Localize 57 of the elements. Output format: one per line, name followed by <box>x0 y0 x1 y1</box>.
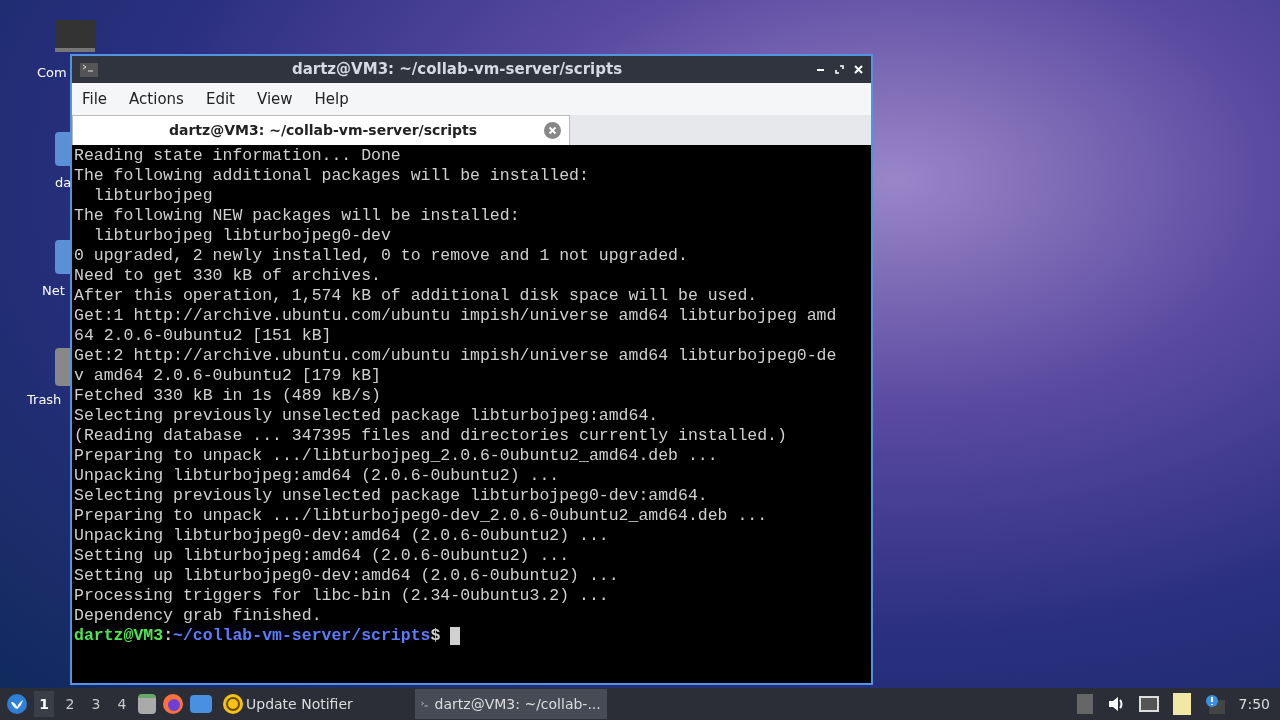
prompt-user-host: dartz@VM3 <box>74 626 164 646</box>
workspace-button[interactable]: 1 <box>34 691 54 717</box>
close-tab-icon[interactable] <box>544 122 561 139</box>
terminal-line: Selecting previously unselected package libturbojpeg:amd64. <box>74 406 659 426</box>
terminal-line: 64 2.0.6-0ubuntu2 [151 kB] <box>74 326 332 346</box>
menu-item[interactable]: View <box>256 87 293 111</box>
terminal-line: v amd64 2.0.6-0ubuntu2 [179 kB] <box>74 366 381 386</box>
computer-icon <box>55 20 95 52</box>
workspace-button[interactable]: 4 <box>112 691 132 717</box>
prompt-symbol: $ <box>430 626 441 646</box>
speaker-icon[interactable] <box>1106 695 1125 713</box>
menu-item[interactable]: Help <box>314 87 349 111</box>
desktop-icon-label[interactable]: da <box>55 176 72 189</box>
terminal-line: Get:1 http://archive.ubuntu.com/ubuntu impish/universe amd64 libturbojpeg amd <box>74 306 837 326</box>
terminal-line: After this operation, 1,574 kB of additional disk space will be used. <box>74 286 758 306</box>
desktop-icon-label[interactable]: Net <box>42 284 65 297</box>
terminal-tab[interactable]: dartz@VM3: ~/collab-vm-server/scripts <box>72 115 570 145</box>
window-title: dartz@VM3: ~/collab-vm-server/scripts <box>290 59 624 81</box>
window-icon[interactable] <box>190 695 212 713</box>
terminal-line: Setting up libturbojpeg:amd64 (2.0.6-0ubuntu2) ... <box>74 546 570 566</box>
file-cabinet-icon[interactable] <box>138 694 156 714</box>
desktop-icon-label[interactable]: Com <box>37 66 67 79</box>
terminal-line: 0 upgraded, 2 newly installed, 0 to remove and 1 not upgraded. <box>74 246 688 266</box>
notification-icon[interactable] <box>1204 694 1225 714</box>
terminal-line: Reading state information... Done <box>74 146 401 166</box>
clock[interactable]: 7:50 <box>1238 693 1270 715</box>
maximize-icon[interactable] <box>835 65 844 74</box>
update-notifier-button[interactable]: Update Notifier <box>222 693 353 715</box>
terminal-line: Unpacking libturbojpeg0-dev:amd64 (2.0.6-0ubuntu2) ... <box>74 526 609 546</box>
text-cursor <box>450 627 461 645</box>
workspace-button[interactable]: 3 <box>86 691 106 717</box>
terminal-line: Preparing to unpack .../libturbojpeg_2.0.6-0ubuntu2_amd64.deb ... <box>74 446 718 466</box>
terminal-icon <box>80 62 98 77</box>
terminal-line: Get:2 http://archive.ubuntu.com/ubuntu impish/universe amd64 libturbojpeg0-de <box>74 346 837 366</box>
terminal-line: (Reading database ... 347395 files and directories currently installed.) <box>74 426 787 446</box>
terminal-line: Fetched 330 kB in 1s (489 kB/s) <box>74 386 381 406</box>
update-icon <box>222 693 244 715</box>
terminal-line: Processing triggers for libc-bin (2.34-0ubuntu3.2) ... <box>74 586 609 606</box>
workspace-button[interactable]: 2 <box>60 691 80 717</box>
terminal-line: Selecting previously unselected package libturbojpeg0-dev:amd64. <box>74 486 708 506</box>
terminal-line: Need to get 330 kB of archives. <box>74 266 381 286</box>
desktop-icon-label[interactable]: Trash <box>27 393 62 406</box>
terminal-line: libturbojpeg <box>92 186 213 206</box>
terminal-line: The following additional packages will be installed: <box>74 166 589 186</box>
menu-item[interactable]: File <box>82 87 108 111</box>
terminal-line: Setting up libturbojpeg0-dev:amd64 (2.0.6-0ubuntu2) ... <box>74 566 619 586</box>
prompt-path: ~/collab-vm-server/scripts <box>173 626 431 646</box>
terminal-line: Unpacking libturbojpeg:amd64 (2.0.6-0ubuntu2) ... <box>74 466 560 486</box>
taskbar-window-button[interactable]: dartz@VM3: ~/collab-... <box>414 689 607 719</box>
terminal-line: The following NEW packages will be installed: <box>74 206 520 226</box>
close-icon[interactable] <box>854 65 863 74</box>
terminal-line: Dependency grab finished. <box>74 606 322 626</box>
prompt-separator: : <box>163 626 174 646</box>
menu-item[interactable]: Edit <box>205 87 235 111</box>
terminal-line: libturbojpeg libturbojpeg0-dev <box>92 226 391 246</box>
terminal-line: Preparing to unpack .../libturbojpeg0-dev_2.0.6-0ubuntu2_amd64.deb ... <box>74 506 768 526</box>
menu-item[interactable]: Actions <box>129 87 184 111</box>
